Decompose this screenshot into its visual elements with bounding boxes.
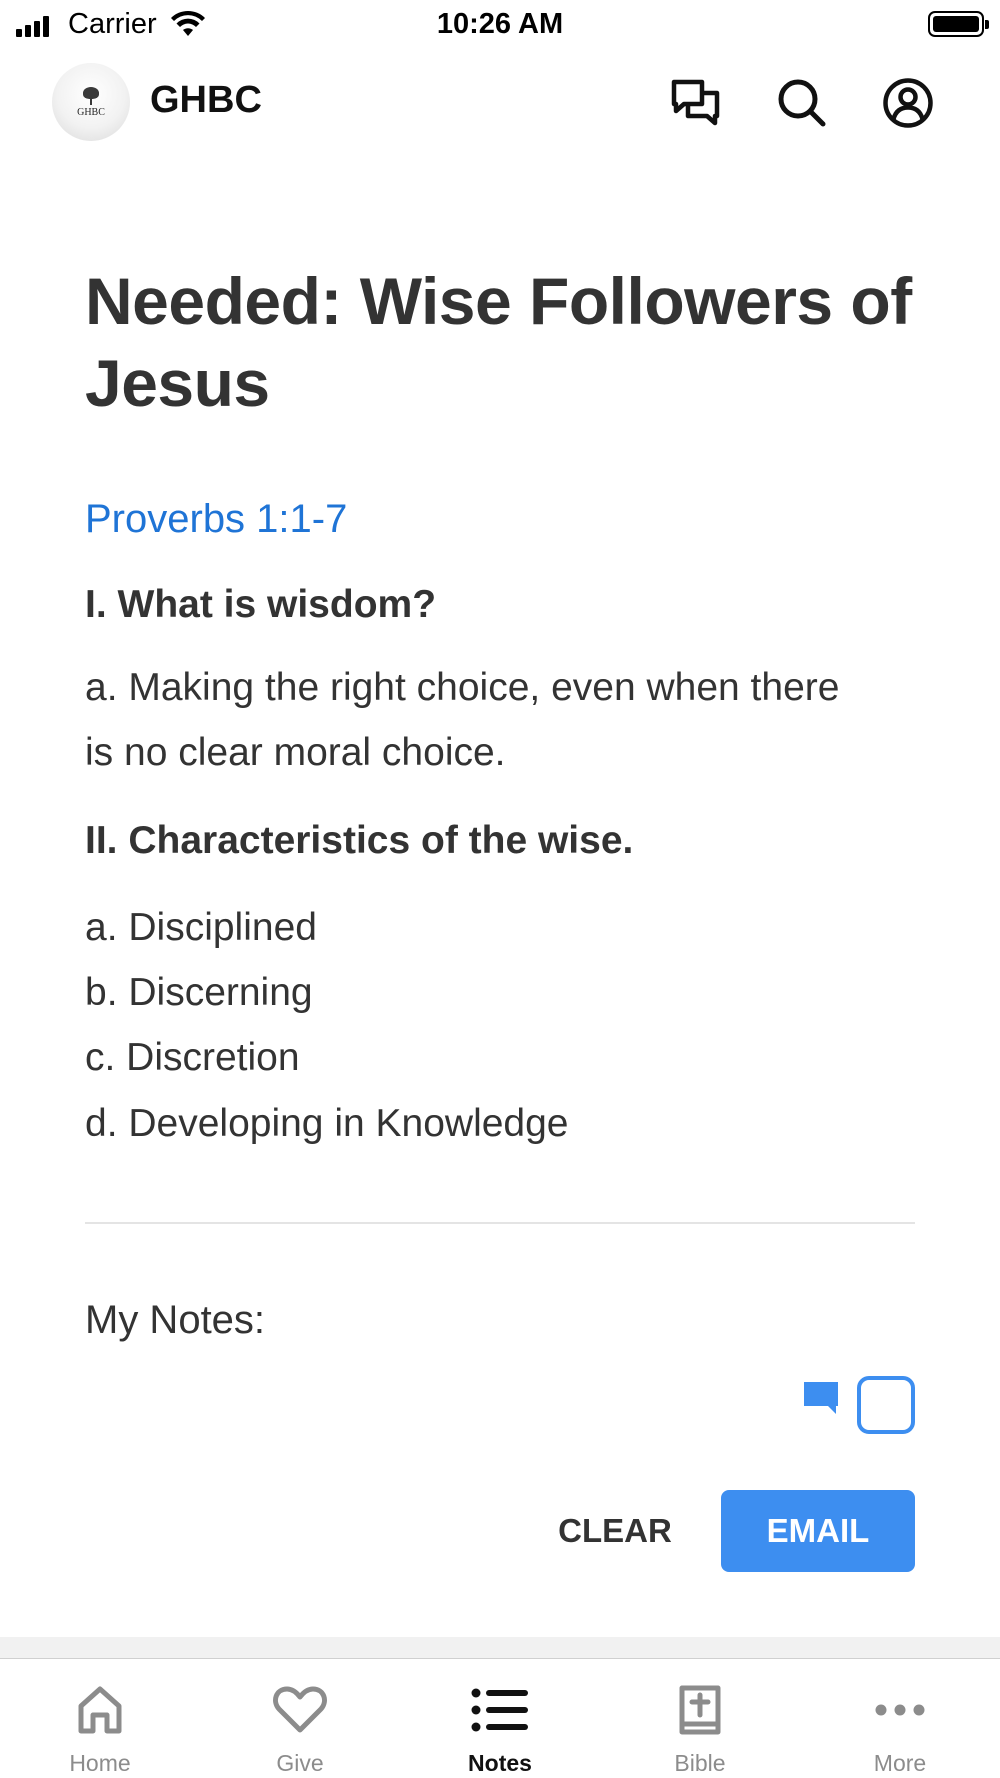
search-icon[interactable]	[776, 77, 828, 129]
outline-heading: I. What is wisdom?	[85, 583, 437, 626]
divider	[85, 1222, 915, 1224]
outline-point: a. Making the right choice, even when th…	[85, 666, 840, 774]
logo-text: GHBC	[77, 107, 105, 118]
note-tools	[800, 1376, 915, 1434]
comment-icon[interactable]	[802, 1380, 840, 1421]
tab-give[interactable]: Give	[200, 1660, 400, 1778]
status-time: 10:26 AM	[436, 8, 564, 40]
sermon-title: Needed: Wise Followers of Jesus	[85, 264, 912, 420]
tab-label: Home	[69, 1750, 131, 1776]
outline-point: a. Disciplined	[85, 906, 317, 949]
scripture-link[interactable]: Proverbs 1:1-7	[85, 497, 347, 542]
tab-label: Give	[276, 1750, 324, 1776]
home-icon	[76, 1682, 124, 1738]
app-header: GHBC GHBC	[0, 55, 1000, 151]
tab-label: Notes	[468, 1750, 532, 1776]
tab-bar-separator	[0, 1637, 1000, 1659]
outline-point: c. Discretion	[85, 1036, 300, 1079]
email-button[interactable]: EMAIL	[721, 1490, 915, 1572]
clear-button[interactable]: CLEAR	[540, 1490, 690, 1572]
outline-point: b. Discerning	[85, 971, 313, 1014]
tab-bar: Home Give Notes Bible More	[0, 1660, 1000, 1778]
battery-icon	[928, 11, 989, 37]
tab-label: Bible	[674, 1750, 726, 1776]
my-notes-label: My Notes:	[85, 1298, 266, 1342]
app-name: GHBC	[150, 79, 262, 121]
bible-icon	[678, 1682, 722, 1738]
list-icon	[471, 1682, 529, 1738]
outline-heading: II. Characteristics of the wise.	[85, 819, 634, 862]
messages-icon[interactable]	[670, 77, 722, 129]
tab-notes[interactable]: Notes	[400, 1660, 600, 1778]
outline-point: d. Developing in Knowledge	[85, 1102, 569, 1145]
tab-more[interactable]: More	[800, 1660, 1000, 1778]
church-logo[interactable]: GHBC	[52, 63, 130, 141]
heart-icon	[273, 1682, 327, 1738]
tab-bible[interactable]: Bible	[600, 1660, 800, 1778]
sermon-notes-content: Needed: Wise Followers of Jesus Proverbs…	[85, 260, 915, 1145]
tab-home[interactable]: Home	[0, 1660, 200, 1778]
tab-label: More	[873, 1750, 927, 1776]
profile-icon[interactable]	[882, 77, 934, 129]
more-icon	[875, 1682, 925, 1738]
status-bar: Carrier 10:26 AM	[0, 0, 1000, 50]
note-checkbox[interactable]	[857, 1376, 915, 1434]
